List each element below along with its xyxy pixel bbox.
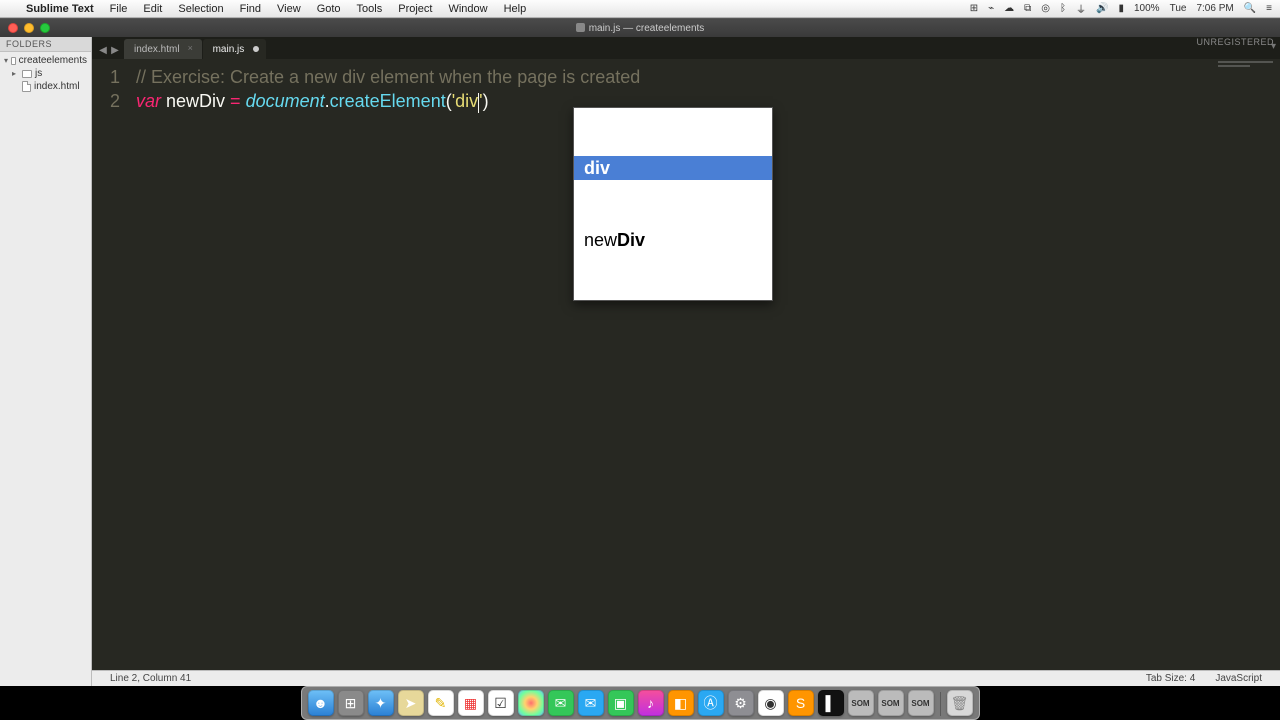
menu-window[interactable]: Window (440, 3, 495, 15)
volume-icon[interactable]: 🔊 (1096, 3, 1108, 14)
dock-terminal-icon[interactable]: ▌ (818, 690, 844, 716)
clock-time[interactable]: 7:06 PM (1196, 3, 1233, 14)
menu-extra-icon[interactable]: ⊞ (970, 3, 978, 14)
menu-extra-icon[interactable]: ⧉ (1024, 3, 1031, 14)
clock-day[interactable]: Tue (1170, 3, 1187, 14)
folder-icon (22, 70, 32, 78)
dock-appstore-icon[interactable]: Ⓐ (698, 690, 724, 716)
disclosure-arrow-icon[interactable]: ▾ (4, 56, 8, 65)
tab-label: main.js (213, 44, 245, 55)
dock-app-icon[interactable]: SOM (848, 690, 874, 716)
dock-notes-icon[interactable]: ✎ (428, 690, 454, 716)
menu-extra-icon[interactable]: ⌁ (988, 3, 994, 14)
tab-main-js[interactable]: main.js (203, 39, 267, 59)
sidebar-header: FOLDERS (0, 37, 91, 52)
editor-area: ◀ ▶ index.html × main.js ▾ 1 2 // E (92, 37, 1280, 686)
folder-icon (11, 57, 16, 65)
dock: ☻ ⊞ ✦ ➤ ✎ ▦ ☑ ✉ ✉ ▣ ♪ ◧ Ⓐ ⚙ ◉ S ▌ SOM SO… (0, 686, 1280, 720)
code-line-1[interactable]: // Exercise: Create a new div element wh… (136, 65, 1280, 89)
status-bar: Line 2, Column 41 Tab Size: 4 JavaScript (92, 670, 1280, 686)
app-menu[interactable]: Sublime Text (18, 3, 102, 15)
code-content[interactable]: // Exercise: Create a new div element wh… (128, 59, 1280, 670)
dock-safari-icon[interactable]: ✦ (368, 690, 394, 716)
bluetooth-icon[interactable]: ᛒ (1060, 3, 1066, 14)
battery-percent: 100% (1134, 3, 1160, 14)
line-number: 2 (92, 89, 120, 113)
notification-center-icon[interactable]: ≡ (1266, 3, 1272, 14)
dock-app-icon[interactable]: SOM (908, 690, 934, 716)
autocomplete-popup[interactable]: div newDiv (573, 107, 773, 301)
dock-finder-icon[interactable]: ☻ (308, 690, 334, 716)
dock-background: ☻ ⊞ ✦ ➤ ✎ ▦ ☑ ✉ ✉ ▣ ♪ ◧ Ⓐ ⚙ ◉ S ▌ SOM SO… (301, 686, 980, 720)
tree-folder-js[interactable]: ▸ js (0, 67, 91, 80)
line-gutter: 1 2 (92, 59, 128, 670)
menu-file[interactable]: File (102, 3, 136, 15)
menu-tools[interactable]: Tools (349, 3, 391, 15)
minimap[interactable] (1218, 61, 1276, 73)
code-editor[interactable]: 1 2 // Exercise: Create a new div elemen… (92, 59, 1280, 670)
spotlight-icon[interactable]: 🔍 (1244, 3, 1256, 14)
mac-menubar: Sublime Text File Edit Selection Find Vi… (0, 0, 1280, 18)
tree-label: js (35, 68, 42, 79)
sublime-window: main.js — createelements UNREGISTERED FO… (0, 18, 1280, 686)
wifi-icon[interactable]: ⏚ (1076, 1, 1086, 16)
autocomplete-item-newdiv[interactable]: newDiv (574, 228, 772, 252)
dock-ibooks-icon[interactable]: ◧ (668, 690, 694, 716)
file-icon (22, 81, 31, 92)
dock-mail-icon[interactable]: ✉ (578, 690, 604, 716)
tree-folder-root[interactable]: ▾ createelements (0, 54, 91, 67)
dock-photos-icon[interactable] (518, 690, 544, 716)
unregistered-label: UNREGISTERED (1196, 37, 1274, 47)
tree-label: createelements (19, 55, 87, 66)
menu-view[interactable]: View (269, 3, 309, 15)
nav-forward-button[interactable]: ▶ (110, 46, 120, 56)
autocomplete-item-div[interactable]: div (574, 156, 772, 180)
menu-edit[interactable]: Edit (135, 3, 170, 15)
dock-launchpad-icon[interactable]: ⊞ (338, 690, 364, 716)
tree-label: index.html (34, 81, 80, 92)
menu-extra-icon[interactable]: ◎ (1041, 3, 1050, 14)
menu-project[interactable]: Project (390, 3, 440, 15)
window-titlebar[interactable]: main.js — createelements (0, 19, 1280, 37)
tab-close-icon[interactable]: × (188, 44, 196, 52)
tab-label: index.html (134, 44, 180, 55)
line-number: 1 (92, 65, 120, 89)
disclosure-arrow-icon[interactable]: ▸ (12, 69, 19, 78)
minimap-line (1218, 65, 1250, 67)
dock-app-icon[interactable]: SOM (878, 690, 904, 716)
tab-dirty-icon (253, 46, 259, 52)
folder-tree: ▾ createelements ▸ js index.html (0, 52, 91, 95)
dock-itunes-icon[interactable]: ♪ (638, 690, 664, 716)
minimap-line (1218, 61, 1273, 63)
text-cursor (478, 93, 479, 113)
menu-selection[interactable]: Selection (170, 3, 231, 15)
dock-chrome-icon[interactable]: ◉ (758, 690, 784, 716)
dock-calendar-icon[interactable]: ▦ (458, 690, 484, 716)
sidebar[interactable]: FOLDERS ▾ createelements ▸ js index.html (0, 37, 92, 686)
dock-maps-icon[interactable]: ➤ (398, 690, 424, 716)
menu-find[interactable]: Find (232, 3, 269, 15)
menu-help[interactable]: Help (496, 3, 535, 15)
dock-reminders-icon[interactable]: ☑ (488, 690, 514, 716)
dock-sublime-icon[interactable]: S (788, 690, 814, 716)
dock-messages-icon[interactable]: ✉ (548, 690, 574, 716)
dock-preferences-icon[interactable]: ⚙ (728, 690, 754, 716)
tree-file-index[interactable]: index.html (0, 80, 91, 93)
nav-back-button[interactable]: ◀ (98, 46, 108, 56)
dock-facetime-icon[interactable]: ▣ (608, 690, 634, 716)
status-tab-size[interactable]: Tab Size: 4 (1136, 673, 1205, 684)
dock-trash-icon[interactable]: 🗑 (947, 690, 973, 716)
menu-goto[interactable]: Goto (309, 3, 349, 15)
status-language[interactable]: JavaScript (1205, 673, 1272, 684)
battery-icon[interactable]: ▮ (1118, 3, 1124, 14)
window-title: main.js — createelements (0, 23, 1280, 34)
dock-separator (940, 692, 941, 716)
file-icon (576, 23, 585, 32)
tab-index-html[interactable]: index.html × (124, 39, 202, 59)
menu-extra-icon[interactable]: ☁ (1004, 3, 1014, 14)
tab-bar: ◀ ▶ index.html × main.js ▾ (92, 37, 1280, 59)
status-cursor-pos[interactable]: Line 2, Column 41 (100, 673, 201, 684)
